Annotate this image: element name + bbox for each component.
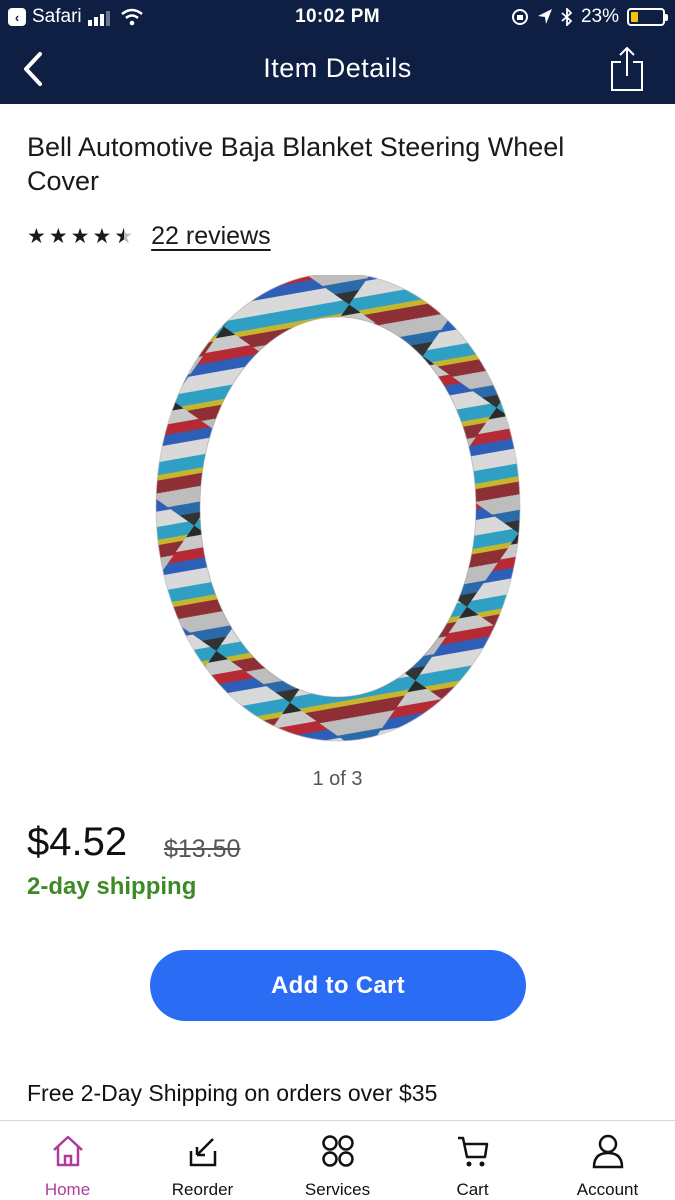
battery-level [631,12,638,22]
tab-account[interactable]: Account [540,1121,675,1200]
star-icon: ★ [70,225,90,248]
rating-row: ★ ★ ★ ★ ★★ 22 reviews [27,222,271,251]
shipping-promo: Free 2-Day Shipping on orders over $35 [27,1080,438,1106]
steering-wheel-cover-image [155,272,521,742]
price: $4.52 [27,820,128,864]
tab-home[interactable]: Home [0,1121,135,1200]
was-price: $13.50 [164,835,241,863]
tab-label: Cart [456,1180,489,1199]
product-image[interactable] [150,272,530,760]
star-icon: ★ [27,225,46,248]
reviews-link[interactable]: 22 reviews [151,222,271,251]
status-right: 23% [511,6,668,28]
account-icon [592,1134,623,1169]
battery-percent: 23% [580,6,619,27]
location-icon [537,9,552,24]
tab-reorder[interactable]: Reorder [135,1121,270,1200]
image-pager: 1 of 3 [312,768,363,790]
header: ‹ Safari 10:02 PM 23% Item Details [0,0,675,104]
star-icon: ★ [48,225,68,248]
tab-cart[interactable]: Cart [405,1121,540,1200]
battery-icon [627,8,668,26]
services-icon [321,1135,354,1167]
product-title: Bell Automotive Baja Blanket Steering Wh… [27,132,565,196]
star-rating: ★ ★ ★ ★ ★★ [27,224,133,249]
tab-label: Home [44,1180,91,1199]
tab-label: Reorder [171,1180,234,1199]
shipping-badge: 2-day shipping [27,873,197,900]
home-icon [52,1135,83,1167]
tab-label: Services [304,1180,371,1199]
tab-bar: Home Reorder Services Cart Account [0,1120,675,1200]
share-icon[interactable] [609,44,645,94]
tab-services[interactable]: Services [270,1121,405,1200]
orientation-lock-icon [511,9,528,25]
page-title: Item Details [263,53,412,83]
half-star-icon: ★★ [114,225,134,248]
add-to-cart-button[interactable]: Add to Cart [150,950,526,1021]
bluetooth-icon [561,8,573,26]
star-icon: ★ [92,225,112,248]
nav-bar: Item Details [0,36,675,104]
cart-icon [457,1136,488,1167]
reorder-icon [189,1138,216,1167]
tab-label: Account [576,1180,639,1199]
status-bar: ‹ Safari 10:02 PM 23% [0,0,675,36]
